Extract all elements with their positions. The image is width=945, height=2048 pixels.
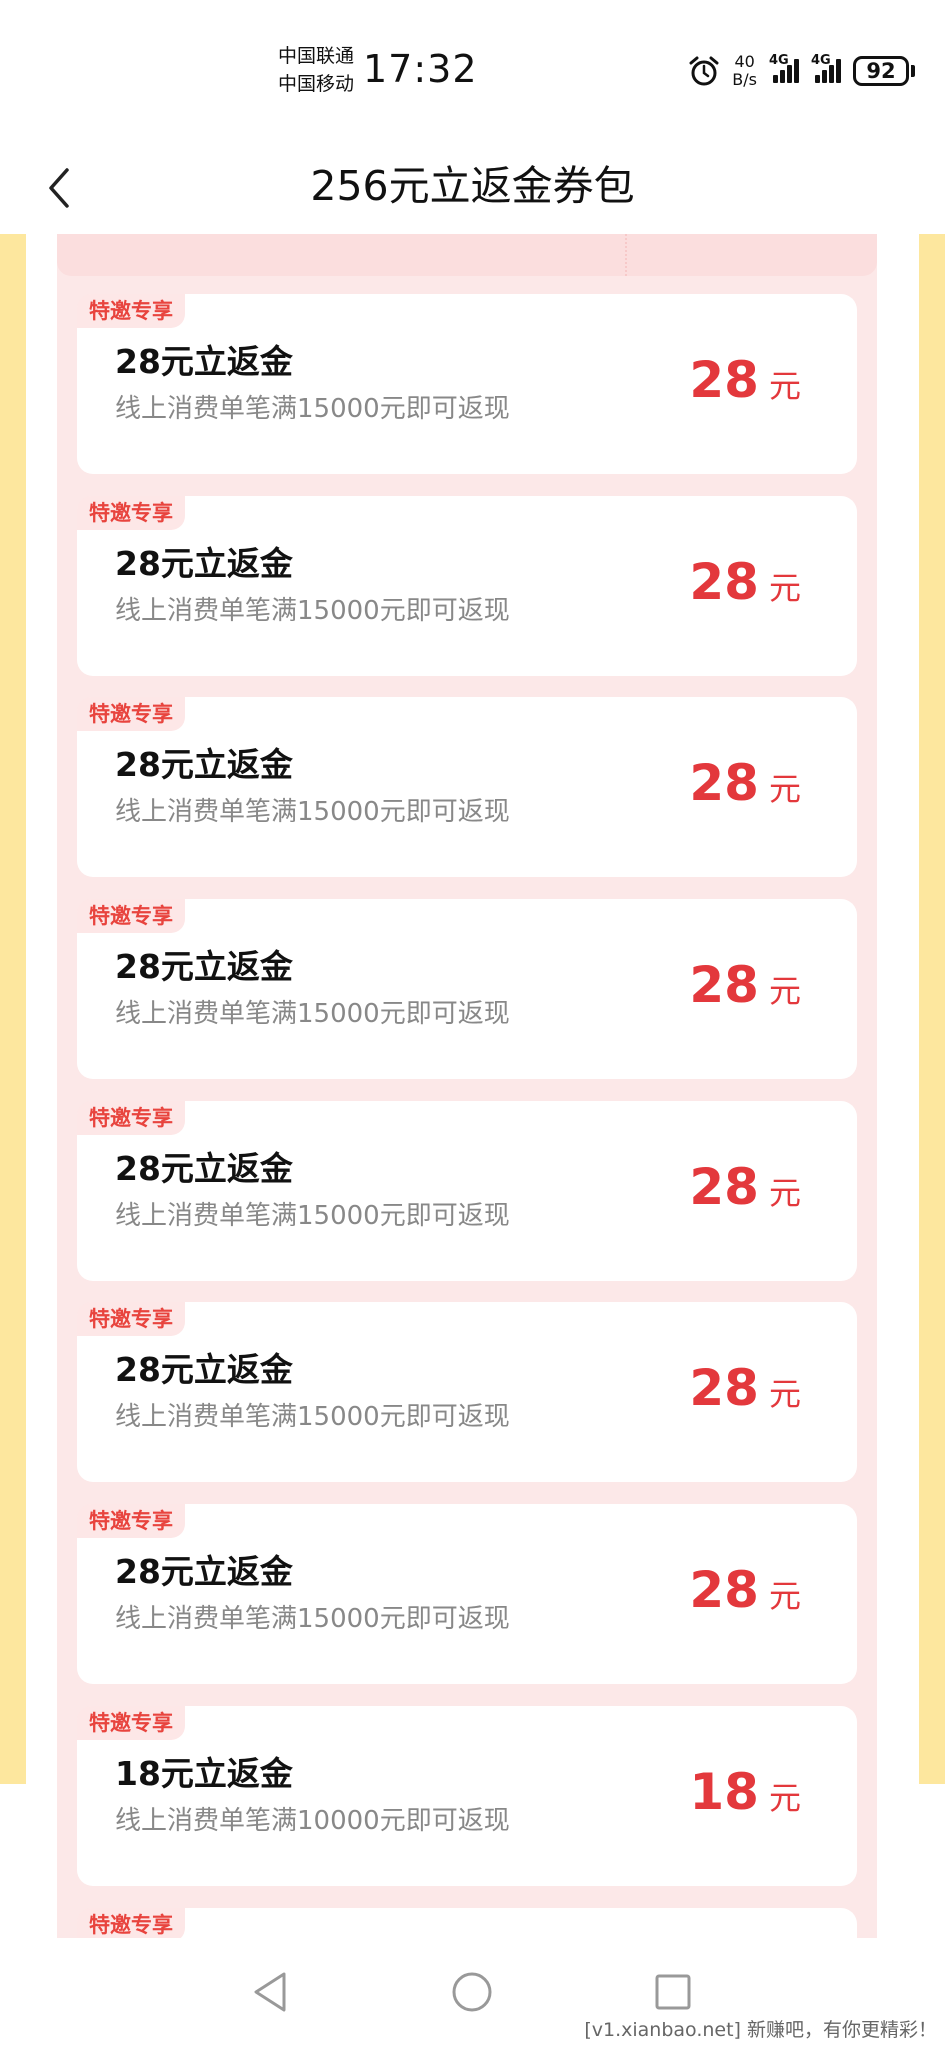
coupon-amount-unit: 元 <box>768 1779 801 1817</box>
coupon-amount: 28 元 <box>689 550 801 614</box>
coupon-description: 线上消费单笔满10000元即可返现 <box>115 1806 510 1836</box>
network-speed: 40 B/s <box>732 52 757 89</box>
coupon-description: 线上消费单笔满15000元即可返现 <box>115 596 510 626</box>
coupon-amount-unit: 元 <box>768 1174 801 1212</box>
coupon-amount-value: 28 <box>689 351 759 409</box>
coupon-panel: 特邀专享 28元立返金 线上消费单笔满15000元即可返现 28 元 特邀专享 … <box>57 234 877 1938</box>
coupon-amount: 28 元 <box>689 348 801 412</box>
coupon-amount-unit: 元 <box>768 569 801 607</box>
coupon-amount: 28 元 <box>689 953 801 1017</box>
coupon-amount: 18 元 <box>689 1760 801 1824</box>
page-title: 256元立返金券包 <box>310 162 635 210</box>
carrier-1: 中国联通 <box>278 45 355 67</box>
coupon-card[interactable]: 特邀专享 28元立返金 线上消费单笔满15000元即可返现 28 元 <box>77 899 857 1079</box>
coupon-card[interactable]: 特邀专享 <box>77 1908 857 1938</box>
status-icons: 40 B/s 4G 4G 92 <box>688 50 915 92</box>
coupon-card[interactable]: 特邀专享 28元立返金 线上消费单笔满15000元即可返现 28 元 <box>77 1504 857 1684</box>
coupon-amount-value: 18 <box>689 1763 759 1821</box>
coupon-badge: 特邀专享 <box>77 1101 185 1135</box>
coupon-amount-unit: 元 <box>768 1577 801 1615</box>
coupon-card[interactable]: 特邀专享 28元立返金 线上消费单笔满15000元即可返现 28 元 <box>77 496 857 676</box>
coupon-title: 28元立返金 <box>115 1149 293 1188</box>
coupon-card[interactable]: 特邀专享 28元立返金 线上消费单笔满15000元即可返现 28 元 <box>77 1302 857 1482</box>
coupon-title: 28元立返金 <box>115 1350 293 1389</box>
coupon-amount-value: 28 <box>689 1158 759 1216</box>
coupon-amount-unit: 元 <box>768 972 801 1010</box>
coupon-badge: 特邀专享 <box>77 1504 185 1538</box>
coupon-badge: 特邀专享 <box>77 1302 185 1336</box>
carrier-info: 中国联通 中国移动 <box>278 42 354 98</box>
coupon-amount: 28 元 <box>689 751 801 815</box>
alarm-icon <box>688 55 720 87</box>
coupon-title: 28元立返金 <box>115 745 293 784</box>
nav-back-button[interactable] <box>240 1962 300 2022</box>
coupon-card[interactable]: 特邀专享 28元立返金 线上消费单笔满15000元即可返现 28 元 <box>77 294 857 474</box>
coupon-amount-unit: 元 <box>768 1375 801 1413</box>
battery-icon: 92 <box>853 56 915 86</box>
coupon-badge: 特邀专享 <box>77 496 185 530</box>
signal-icon: 4G <box>769 53 799 83</box>
coupon-description: 线上消费单笔满15000元即可返现 <box>115 797 510 827</box>
nav-recent-button[interactable] <box>643 1962 703 2022</box>
watermark-text: [v1.xianbao.net] 新赚吧，有你更精彩！ <box>584 2019 937 2041</box>
coupon-badge: 特邀专享 <box>77 899 185 933</box>
coupon-badge: 特邀专享 <box>77 1706 185 1740</box>
system-nav-bar: [v1.xianbao.net] 新赚吧，有你更精彩！ <box>0 1938 945 2048</box>
coupon-card[interactable]: 特邀专享 28元立返金 线上消费单笔满15000元即可返现 28 元 <box>77 697 857 877</box>
page-header: 256元立返金券包 <box>0 140 945 235</box>
coupon-description: 线上消费单笔满15000元即可返现 <box>115 999 510 1029</box>
coupon-title: 28元立返金 <box>115 342 293 381</box>
coupon-amount-value: 28 <box>689 956 759 1014</box>
coupon-description: 线上消费单笔满15000元即可返现 <box>115 394 510 424</box>
coupon-list-area[interactable]: 特邀专享 28元立返金 线上消费单笔满15000元即可返现 28 元 特邀专享 … <box>0 234 945 1938</box>
coupon-badge: 特邀专享 <box>77 697 185 731</box>
coupon-title: 28元立返金 <box>115 544 293 583</box>
square-recent-icon <box>655 1974 691 2010</box>
nav-home-button[interactable] <box>442 1962 502 2022</box>
coupon-amount-value: 28 <box>689 1561 759 1619</box>
coupon-description: 线上消费单笔满15000元即可返现 <box>115 1604 510 1634</box>
battery-level: 92 <box>853 56 909 86</box>
coupon-amount: 28 元 <box>689 1155 801 1219</box>
coupon-description: 线上消费单笔满15000元即可返现 <box>115 1201 510 1231</box>
coupon-amount-value: 28 <box>689 754 759 812</box>
coupon-amount-unit: 元 <box>768 367 801 405</box>
coupon-description: 线上消费单笔满15000元即可返现 <box>115 1402 510 1432</box>
side-decoration-right <box>919 234 945 1784</box>
coupon-badge: 特邀专享 <box>77 1908 185 1938</box>
panel-top-strip <box>57 234 877 276</box>
status-bar: 中国联通 中国移动 17:32 40 B/s 4G 4G 92 <box>0 0 945 140</box>
coupon-title: 18元立返金 <box>115 1754 293 1793</box>
triangle-back-icon <box>254 1972 286 2012</box>
coupon-amount-unit: 元 <box>768 770 801 808</box>
coupon-amount-value: 28 <box>689 1359 759 1417</box>
coupon-title: 28元立返金 <box>115 1552 293 1591</box>
coupon-badge: 特邀专享 <box>77 294 185 328</box>
coupon-card[interactable]: 特邀专享 28元立返金 线上消费单笔满15000元即可返现 28 元 <box>77 1101 857 1281</box>
coupon-title: 28元立返金 <box>115 947 293 986</box>
side-decoration-left <box>0 234 26 1784</box>
coupon-amount: 28 元 <box>689 1356 801 1420</box>
circle-home-icon <box>452 1972 492 2012</box>
coupon-card[interactable]: 特邀专享 18元立返金 线上消费单笔满10000元即可返现 18 元 <box>77 1706 857 1886</box>
status-time: 17:32 <box>363 47 478 91</box>
coupon-amount: 28 元 <box>689 1558 801 1622</box>
signal-icon-2: 4G <box>811 53 841 83</box>
carrier-2: 中国移动 <box>278 73 355 95</box>
coupon-amount-value: 28 <box>689 553 759 611</box>
